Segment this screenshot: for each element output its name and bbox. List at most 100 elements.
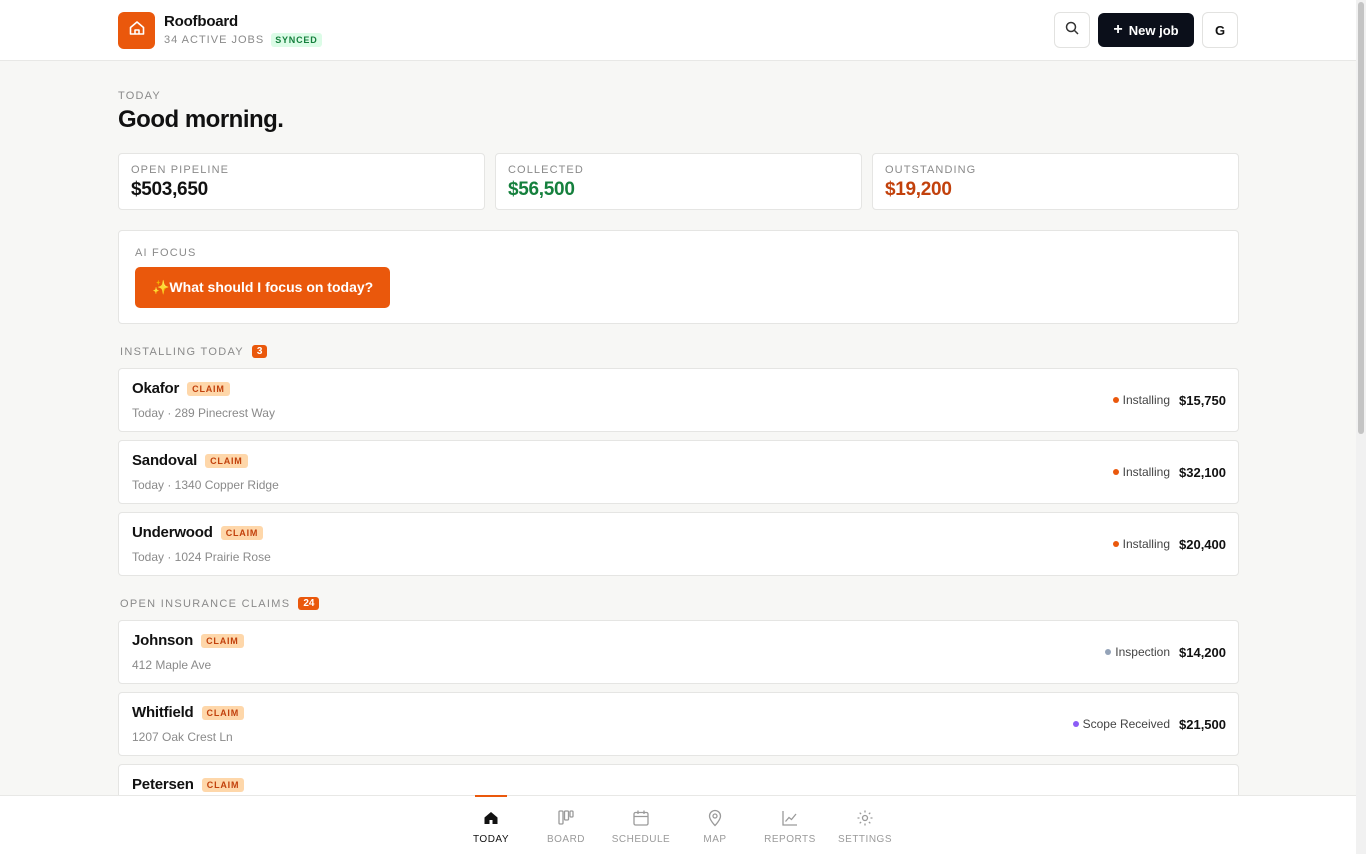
- job-address: Today · 1340 Copper Ridge: [132, 478, 279, 492]
- job-summary: Installing $32,100: [1112, 441, 1226, 503]
- job-row[interactable]: Johnson CLAIM 412 Maple Ave Inspection $…: [118, 620, 1239, 684]
- section-title: OPEN INSURANCE CLAIMS: [120, 597, 291, 610]
- job-customer-name: Sandoval: [132, 452, 198, 469]
- job-amount: $14,200: [1179, 644, 1226, 660]
- section-title: INSTALLING TODAY: [120, 345, 244, 358]
- greeting-eyebrow: TODAY: [118, 90, 161, 102]
- nav-label: SETTINGS: [837, 834, 892, 845]
- map-pin-icon: [705, 808, 725, 828]
- claim-badge: CLAIM: [201, 705, 245, 720]
- stat-value: $19,200: [885, 179, 952, 200]
- job-status: Installing: [1112, 393, 1170, 407]
- job-summary: Inspection $14,200: [1105, 621, 1226, 683]
- gear-icon: [855, 808, 875, 828]
- job-summary: Installing $15,750: [1112, 369, 1226, 431]
- active-jobs-count: 34 ACTIVE JOBS: [164, 34, 265, 46]
- stat-label: OUTSTANDING: [885, 164, 977, 176]
- claim-badge: CLAIM: [187, 381, 230, 396]
- job-customer-name: Johnson: [132, 632, 194, 649]
- search-icon: [1065, 21, 1079, 40]
- job-status: Installing: [1112, 537, 1170, 551]
- job-summary: Installing $20,400: [1112, 513, 1226, 575]
- ai-focus-label: AI FOCUS: [135, 247, 197, 259]
- job-customer-name: Okafor: [132, 380, 180, 397]
- nav-label: MAP: [703, 834, 727, 845]
- status-dot-icon: [1112, 397, 1119, 403]
- page-scrollbar[interactable]: [1356, 0, 1366, 854]
- job-amount: $21,500: [1179, 716, 1226, 732]
- status-dot-icon: [1072, 721, 1079, 727]
- job-row[interactable]: Whitfield CLAIM 1207 Oak Crest Ln Scope …: [118, 692, 1239, 756]
- ai-focus-button[interactable]: ✨What should I focus on today?: [135, 267, 391, 308]
- ai-focus-card: AI FOCUS ✨What should I focus on today?: [118, 230, 1239, 324]
- nav-tab-reports[interactable]: REPORTS: [753, 796, 827, 854]
- nav-tab-settings[interactable]: SETTINGS: [828, 796, 902, 854]
- claim-badge: CLAIM: [201, 777, 245, 792]
- job-address: Today · 289 Pinecrest Way: [132, 406, 275, 420]
- stat-card-open-pipeline[interactable]: OPEN PIPELINE $503,650: [118, 153, 485, 210]
- job-title: Okafor CLAIM: [132, 380, 230, 397]
- claim-badge: CLAIM: [220, 525, 264, 540]
- app-logo[interactable]: [118, 12, 155, 49]
- section-count-badge: 24: [298, 597, 320, 610]
- nav-label: TODAY: [472, 834, 510, 845]
- calendar-icon: [631, 808, 651, 828]
- stat-value: $503,650: [131, 179, 208, 200]
- house-icon: [128, 19, 146, 42]
- stat-value: $56,500: [508, 179, 575, 200]
- nav-tab-schedule[interactable]: SCHEDULE: [604, 796, 678, 854]
- job-address: Today · 1024 Prairie Rose: [132, 550, 271, 564]
- job-status-label: Installing: [1122, 465, 1170, 479]
- plus-icon: +: [1113, 21, 1123, 38]
- app-name: Roofboard: [164, 13, 239, 30]
- status-dot-icon: [1112, 469, 1119, 475]
- job-row[interactable]: Sandoval CLAIM Today · 1340 Copper Ridge…: [118, 440, 1239, 504]
- section-count-badge: 3: [251, 345, 268, 358]
- nav-tab-board[interactable]: BOARD: [529, 796, 603, 854]
- claim-badge: CLAIM: [201, 633, 244, 648]
- job-title: Underwood CLAIM: [132, 524, 264, 541]
- job-title: Whitfield CLAIM: [132, 704, 245, 721]
- nav-label: SCHEDULE: [611, 834, 671, 845]
- job-status-label: Inspection: [1115, 645, 1170, 659]
- top-bar: Roofboard 34 ACTIVE JOBS SYNCED + New jo…: [0, 0, 1356, 61]
- status-dot-icon: [1105, 649, 1112, 655]
- chart-icon: [780, 808, 800, 828]
- user-avatar[interactable]: G: [1202, 12, 1238, 48]
- job-row[interactable]: Underwood CLAIM Today · 1024 Prairie Ros…: [118, 512, 1239, 576]
- job-amount: $20,400: [1179, 536, 1226, 552]
- status-dot-icon: [1112, 541, 1119, 547]
- greeting-title: Good morning.: [118, 106, 284, 133]
- nav-tab-today[interactable]: TODAY: [454, 795, 528, 854]
- job-status: Installing: [1112, 465, 1170, 479]
- job-row[interactable]: Okafor CLAIM Today · 289 Pinecrest Way I…: [118, 368, 1239, 432]
- job-customer-name: Underwood: [132, 524, 213, 541]
- job-title: Johnson CLAIM: [132, 632, 244, 649]
- new-job-button[interactable]: + New job: [1098, 13, 1194, 47]
- search-button[interactable]: [1054, 12, 1090, 48]
- board-icon: [556, 808, 576, 828]
- scrollbar-thumb[interactable]: [1358, 2, 1364, 434]
- claim-badge: CLAIM: [205, 453, 248, 468]
- job-title: Petersen CLAIM: [132, 776, 245, 793]
- section-header-installing-today: INSTALLING TODAY 3: [120, 345, 268, 358]
- job-status-label: Installing: [1122, 537, 1170, 551]
- sync-status-badge: SYNCED: [271, 33, 322, 47]
- job-customer-name: Petersen: [132, 776, 194, 793]
- job-status-label: Installing: [1122, 393, 1170, 407]
- nav-tab-map[interactable]: MAP: [678, 796, 752, 854]
- stat-card-outstanding[interactable]: OUTSTANDING $19,200: [872, 153, 1239, 210]
- stat-card-collected[interactable]: COLLECTED $56,500: [495, 153, 862, 210]
- nav-label: REPORTS: [764, 834, 816, 845]
- job-address: 1207 Oak Crest Ln: [132, 730, 233, 744]
- job-status: Inspection: [1105, 645, 1170, 659]
- job-customer-name: Whitfield: [132, 704, 194, 721]
- stat-label: COLLECTED: [508, 164, 584, 176]
- section-header-open-insurance-claims: OPEN INSURANCE CLAIMS 24: [120, 597, 320, 610]
- job-summary: Scope Received $21,500: [1072, 693, 1226, 755]
- job-status: Scope Received: [1072, 717, 1170, 731]
- bottom-navigation: TODAY BOARD SCHEDULE MAP REPORTS SETTING…: [0, 795, 1356, 854]
- job-status-label: Scope Received: [1082, 717, 1170, 731]
- job-title: Sandoval CLAIM: [132, 452, 248, 469]
- job-address: 412 Maple Ave: [132, 658, 212, 672]
